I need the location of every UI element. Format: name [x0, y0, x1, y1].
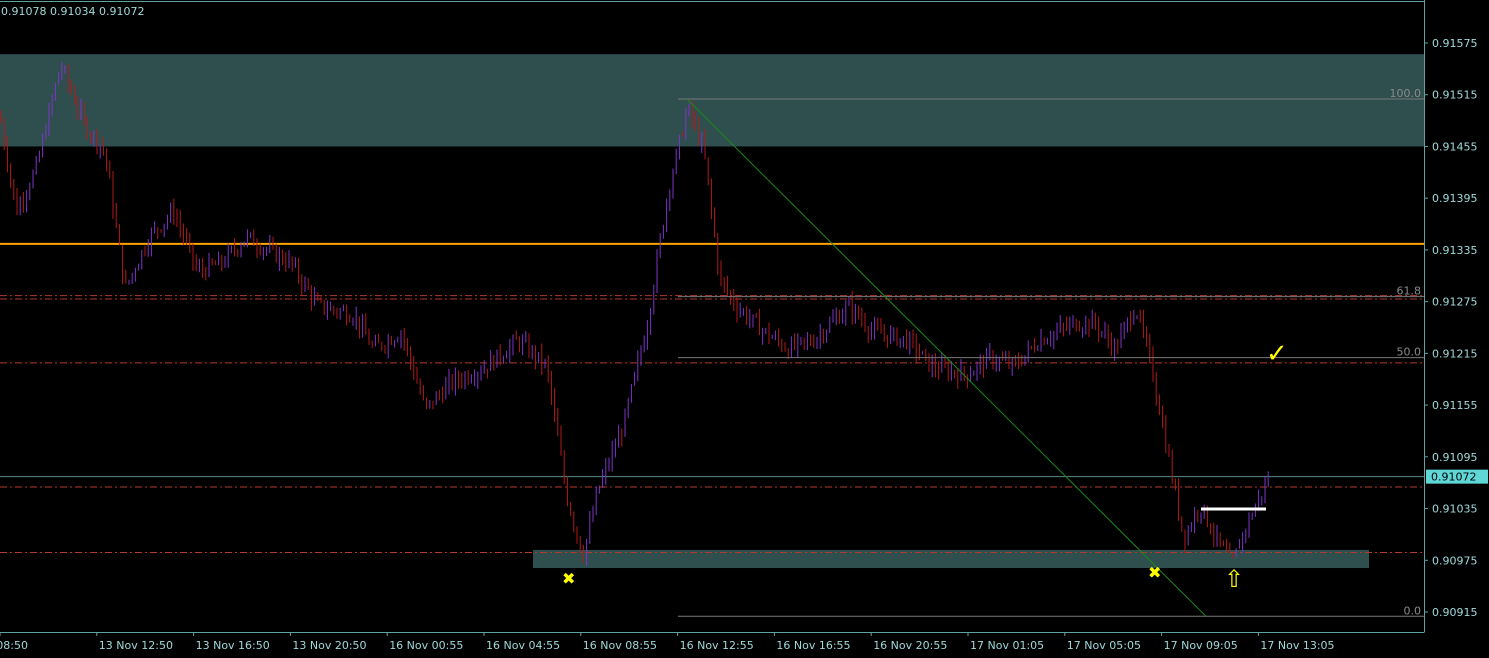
price-chart[interactable]: 100.0 61.8 50.0 0.0 ✓ ✖ ✖ ⇧ 0.91575 0.91515 0.91…	[0, 0, 1489, 658]
cross-icon-2: ✖	[1148, 563, 1161, 582]
x-tick-label-5: 16 Nov 04:55	[486, 639, 560, 652]
x-tick-label-3: 13 Nov 20:50	[292, 639, 366, 652]
checkmark-icon: ✓	[1266, 339, 1288, 369]
x-tick-label-4: 16 Nov 00:55	[389, 639, 463, 652]
ohlc-readout: 0.91078 0.91034 0.91072	[1, 5, 145, 18]
y-tick-label-1: 0.91515	[1432, 89, 1478, 102]
up-arrow-icon: ⇧	[1224, 565, 1244, 593]
zones-layer	[0, 54, 1424, 569]
fib-level-label-3: 0.0	[1404, 604, 1422, 617]
x-tick-label-1: 13 Nov 12:50	[99, 639, 173, 652]
x-tick-label-0: 13 Nov 08:50	[0, 639, 28, 652]
fib-level-label-2: 50.0	[1397, 346, 1422, 359]
x-tick-label-13: 17 Nov 13:05	[1260, 639, 1334, 652]
x-tick-label-6: 16 Nov 08:55	[583, 639, 657, 652]
fib-level-label-1: 61.8	[1397, 285, 1422, 298]
y-tick-label-2: 0.91455	[1432, 140, 1478, 153]
y-tick-label-11: 0.90915	[1432, 606, 1478, 619]
fib-level-label-0: 100.0	[1390, 87, 1422, 100]
x-tick-label-8: 16 Nov 16:55	[776, 639, 850, 652]
y-tick-label-7: 0.91155	[1432, 399, 1478, 412]
y-tick-label-10: 0.90975	[1432, 554, 1478, 567]
fibonacci-layer[interactable]: 100.0 61.8 50.0 0.0	[678, 87, 1424, 617]
y-tick-label-3: 0.91395	[1432, 192, 1478, 205]
x-tick-label-12: 17 Nov 09:05	[1164, 639, 1238, 652]
x-tick-label-7: 16 Nov 12:55	[680, 639, 754, 652]
y-tick-label-9: 0.91035	[1432, 503, 1478, 516]
y-tick-label-6: 0.91215	[1432, 347, 1478, 360]
x-tick-label-11: 17 Nov 05:05	[1067, 639, 1141, 652]
chart-window[interactable]: 100.0 61.8 50.0 0.0 ✓ ✖ ✖ ⇧ 0.91575 0.91515 0.91…	[0, 0, 1489, 658]
horizontal-lines-layer	[0, 242, 1424, 554]
current-price-label: 0.91072	[1431, 471, 1477, 484]
y-tick-label-5: 0.91275	[1432, 296, 1478, 309]
x-tick-label-10: 17 Nov 01:05	[970, 639, 1044, 652]
y-tick-label-4: 0.91335	[1432, 244, 1478, 257]
cross-icon-1: ✖	[562, 569, 575, 588]
x-tick-label-2: 13 Nov 16:50	[196, 639, 270, 652]
y-tick-label-0: 0.91575	[1432, 37, 1478, 50]
y-tick-label-8: 0.91095	[1432, 451, 1478, 464]
x-tick-label-9: 16 Nov 20:55	[873, 639, 947, 652]
supply-zone	[0, 54, 1424, 147]
